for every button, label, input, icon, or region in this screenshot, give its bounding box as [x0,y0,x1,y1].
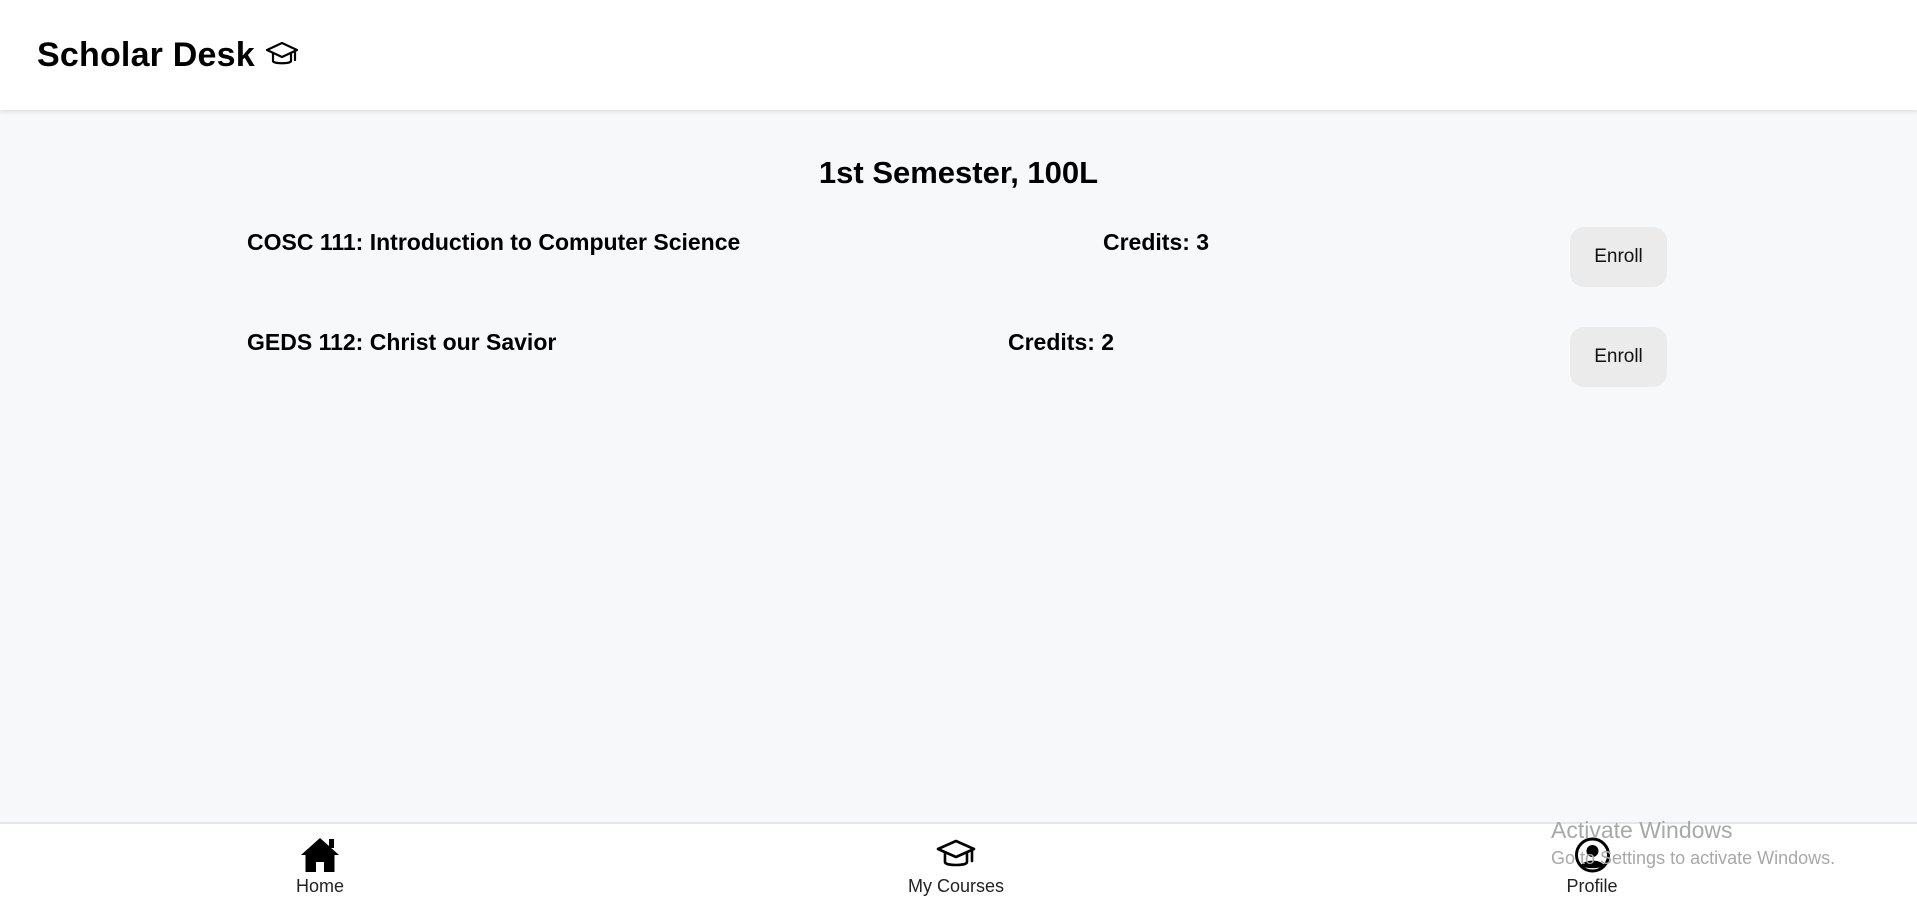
brand[interactable]: Scholar Desk [37,36,299,75]
app-title: Scholar Desk [37,35,255,74]
nav-item-home[interactable]: Home [296,836,344,897]
app-header: Scholar Desk [0,0,1917,110]
bottom-nav: Home My Courses Profile [0,822,1917,917]
home-icon [299,836,341,874]
semester-title: 1st Semester, 100L [818,155,1099,190]
graduation-cap-icon [935,836,977,874]
graduation-cap-icon [265,40,299,70]
course-row: GEDS 112: Christ our Savior Credits: 2 E… [247,327,1667,387]
course-credits: Credits: 2 [1008,329,1115,355]
nav-label-my-courses: My Courses [907,876,1005,896]
enroll-button[interactable]: Enroll [1570,227,1667,287]
nav-label-profile: Profile [1566,876,1618,896]
course-name: GEDS 112: Christ our Savior [247,329,557,355]
enroll-button[interactable]: Enroll [1570,327,1667,387]
course-name: COSC 111: Introduction to Computer Scien… [247,229,741,255]
nav-item-profile[interactable]: Profile [1566,836,1618,897]
nav-item-my-courses[interactable]: My Courses [908,836,1004,897]
nav-label-home: Home [295,876,345,896]
course-row: COSC 111: Introduction to Computer Scien… [247,227,1667,287]
course-credits: Credits: 3 [1103,229,1210,255]
user-circle-icon [1571,836,1613,874]
